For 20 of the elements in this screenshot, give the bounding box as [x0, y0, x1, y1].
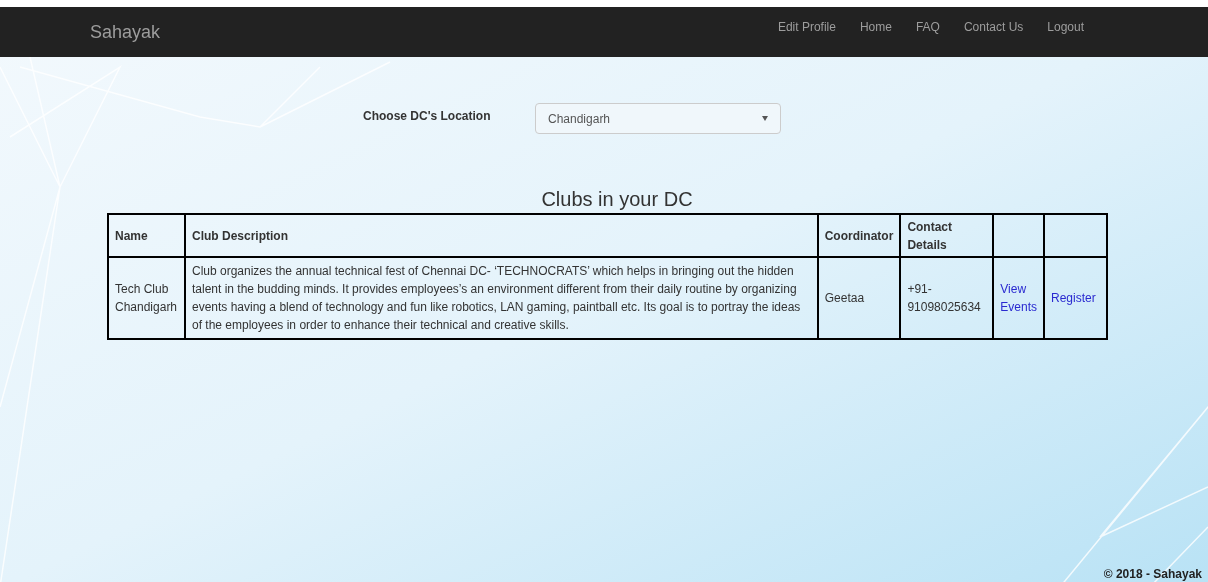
table-cell: +91-91098025634 [900, 257, 994, 339]
location-label: Choose DC's Location [363, 108, 492, 125]
dropdown-arrow-icon [762, 116, 768, 121]
table-link[interactable]: Register [1051, 289, 1100, 307]
column-header: Contact Details [900, 214, 994, 257]
column-header: Name [108, 214, 185, 257]
nav-link[interactable]: Logout [1047, 18, 1084, 36]
table-cell: Geetaa [817, 257, 901, 339]
table-cell: Club organizes the annual technical fest of Chennai DC- ‘TECHNOCRATS’ which helps in bringing out the hidden talent in the budding minds. It provides employees’s an environment different from their daily routine by organizing events having a blend of technology and fun like robotics, LAN gaming, paintball etc. Its goal is to portray the ideas of the employees in order to enhance their technical and creative skills. [185, 257, 818, 339]
section-heading: Clubs in your DC [541, 187, 693, 211]
nav-link[interactable]: Edit Profile [777, 18, 836, 36]
column-header: Club Description [185, 214, 818, 257]
table-cell: Tech Club Chandigarh [108, 257, 185, 339]
column-header: Coordinator [817, 214, 901, 257]
nav-link[interactable]: Home [859, 18, 892, 36]
location-select[interactable]: Chandigarh [535, 103, 781, 134]
nav-link[interactable]: Contact Us [963, 18, 1024, 36]
footer-copyright: © 2018 - Sahayak [1103, 566, 1202, 582]
brand-link[interactable]: Sahayak [90, 18, 161, 46]
nav-link[interactable]: FAQ [915, 18, 940, 36]
